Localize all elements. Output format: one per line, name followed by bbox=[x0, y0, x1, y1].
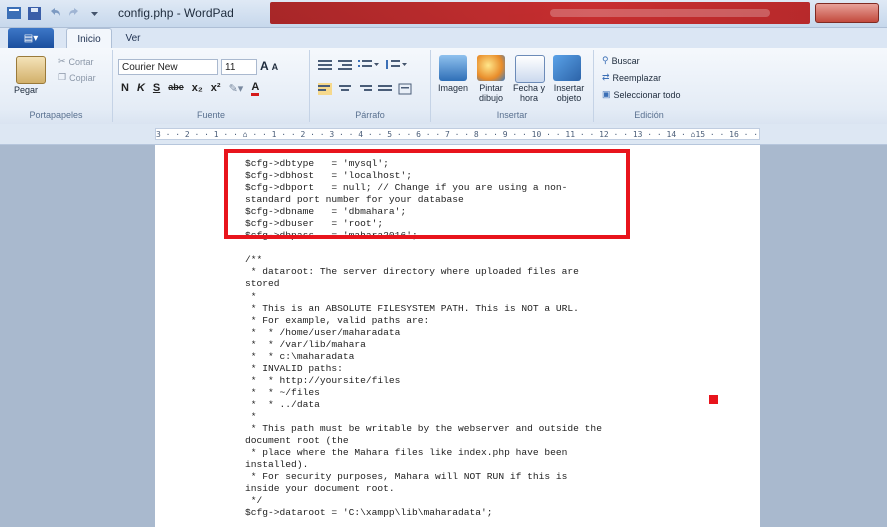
ruler-bar: 3 · · 2 · · 1 · · ⌂ · · 1 · · 2 · · 3 · … bbox=[0, 124, 887, 145]
ruler[interactable]: 3 · · 2 · · 1 · · ⌂ · · 1 · · 2 · · 3 · … bbox=[155, 128, 760, 140]
justify-icon[interactable] bbox=[378, 82, 392, 100]
font-group: Courier New 11 A A N K S abe x₂ x² ✎▾ A … bbox=[113, 50, 310, 122]
font-size-select[interactable]: 11 bbox=[221, 59, 257, 75]
file-menu-button[interactable]: ▤▾ bbox=[8, 28, 54, 48]
find-button-label: Buscar bbox=[611, 55, 640, 66]
bold-button[interactable]: N bbox=[121, 82, 129, 96]
red-marker bbox=[709, 395, 718, 404]
font-family-select[interactable]: Courier New bbox=[118, 59, 218, 75]
tab-home[interactable]: Inicio bbox=[66, 28, 112, 49]
paragraph-group-label: Párrafo bbox=[355, 110, 385, 120]
paint-icon[interactable] bbox=[477, 55, 505, 81]
grow-font-button[interactable]: A bbox=[260, 59, 269, 75]
strikethrough-button[interactable]: abe bbox=[168, 82, 184, 96]
underline-button[interactable]: S bbox=[153, 82, 160, 96]
font-group-label: Fuente bbox=[196, 110, 226, 120]
copy-button-label: Copiar bbox=[69, 72, 96, 83]
insert-group-label: Insertar bbox=[496, 110, 528, 120]
insert-object-button[interactable]: Insertar objeto bbox=[549, 83, 589, 103]
italic-button[interactable]: K bbox=[137, 82, 145, 96]
edit-group-label: Edición bbox=[634, 110, 664, 120]
insert-image-button[interactable]: Imagen bbox=[435, 83, 471, 93]
list-icon[interactable] bbox=[358, 58, 380, 76]
paint-drawing-button[interactable]: Pintar dibujo bbox=[473, 83, 509, 103]
subscript-button[interactable]: x₂ bbox=[192, 82, 203, 96]
paragraph-row-1 bbox=[318, 58, 408, 76]
paragraph-settings-icon[interactable] bbox=[398, 82, 412, 100]
select-all-icon: ▣ bbox=[602, 89, 611, 99]
decrease-indent-icon[interactable] bbox=[318, 58, 332, 76]
increase-indent-icon[interactable] bbox=[338, 58, 352, 76]
highlight-box bbox=[224, 149, 630, 239]
calendar-icon[interactable] bbox=[515, 55, 545, 83]
customize-qat-icon[interactable] bbox=[86, 5, 102, 21]
highlight-color-icon[interactable]: ✎▾ bbox=[229, 82, 244, 96]
font-row-1: Courier New 11 A A bbox=[118, 59, 278, 75]
clipboard-group: Pegar ✂ Cortar ❐ Copiar Portapapeles bbox=[0, 50, 113, 122]
image-icon[interactable] bbox=[439, 55, 467, 81]
cut-button[interactable]: ✂ Cortar bbox=[58, 56, 94, 67]
object-icon[interactable] bbox=[553, 55, 581, 81]
align-center-icon[interactable] bbox=[338, 82, 352, 100]
scissors-icon: ✂ bbox=[58, 56, 66, 66]
replace-icon: ⇄ bbox=[602, 72, 610, 82]
insert-group: Imagen Pintar dibujo Fecha y hora Insert… bbox=[431, 50, 594, 122]
title-bar: config.php - WordPad bbox=[0, 0, 887, 28]
copy-icon: ❐ bbox=[58, 72, 67, 82]
ribbon-tabs: ▤▾ Inicio Ver bbox=[0, 28, 887, 49]
paragraph-row-2 bbox=[318, 82, 412, 100]
shrink-font-button[interactable]: A bbox=[272, 62, 279, 75]
clipboard-group-label: Portapapeles bbox=[29, 110, 83, 120]
line-spacing-icon[interactable] bbox=[386, 58, 408, 76]
find-button[interactable]: ⚲ Buscar bbox=[602, 55, 640, 66]
date-time-button[interactable]: Fecha y hora bbox=[511, 83, 547, 103]
copy-button[interactable]: ❐ Copiar bbox=[58, 72, 96, 83]
app-menu-icon[interactable] bbox=[6, 5, 22, 21]
superscript-button[interactable]: x² bbox=[211, 82, 221, 96]
replace-button-label: Reemplazar bbox=[612, 72, 662, 83]
binoculars-icon: ⚲ bbox=[602, 55, 609, 65]
select-all-button-label: Seleccionar todo bbox=[613, 89, 681, 100]
paragraph-group: Párrafo bbox=[310, 50, 431, 122]
undo-icon[interactable] bbox=[46, 5, 62, 21]
quick-access-toolbar bbox=[6, 5, 102, 21]
title-bar-redaction bbox=[270, 2, 810, 24]
redo-icon[interactable] bbox=[66, 5, 82, 21]
font-color-icon[interactable]: A bbox=[251, 82, 260, 96]
select-all-button[interactable]: ▣ Seleccionar todo bbox=[602, 89, 681, 100]
cut-button-label: Cortar bbox=[68, 56, 94, 67]
ribbon: Pegar ✂ Cortar ❐ Copiar Portapapeles Couri… bbox=[0, 48, 887, 125]
align-left-icon[interactable] bbox=[318, 82, 332, 100]
paste-icon[interactable] bbox=[16, 56, 46, 84]
window-title: config.php - WordPad bbox=[118, 6, 234, 20]
edit-group: ⚲ Buscar ⇄ Reemplazar ▣ Seleccionar todo Ed… bbox=[594, 50, 704, 122]
save-icon[interactable] bbox=[26, 5, 42, 21]
paste-button-label[interactable]: Pegar bbox=[14, 85, 38, 95]
tab-view[interactable]: Ver bbox=[118, 28, 148, 48]
font-row-2: N K S abe x₂ x² ✎▾ A bbox=[121, 82, 260, 96]
align-right-icon[interactable] bbox=[358, 82, 372, 100]
replace-button[interactable]: ⇄ Reemplazar bbox=[602, 72, 661, 83]
window-controls[interactable] bbox=[815, 3, 879, 23]
